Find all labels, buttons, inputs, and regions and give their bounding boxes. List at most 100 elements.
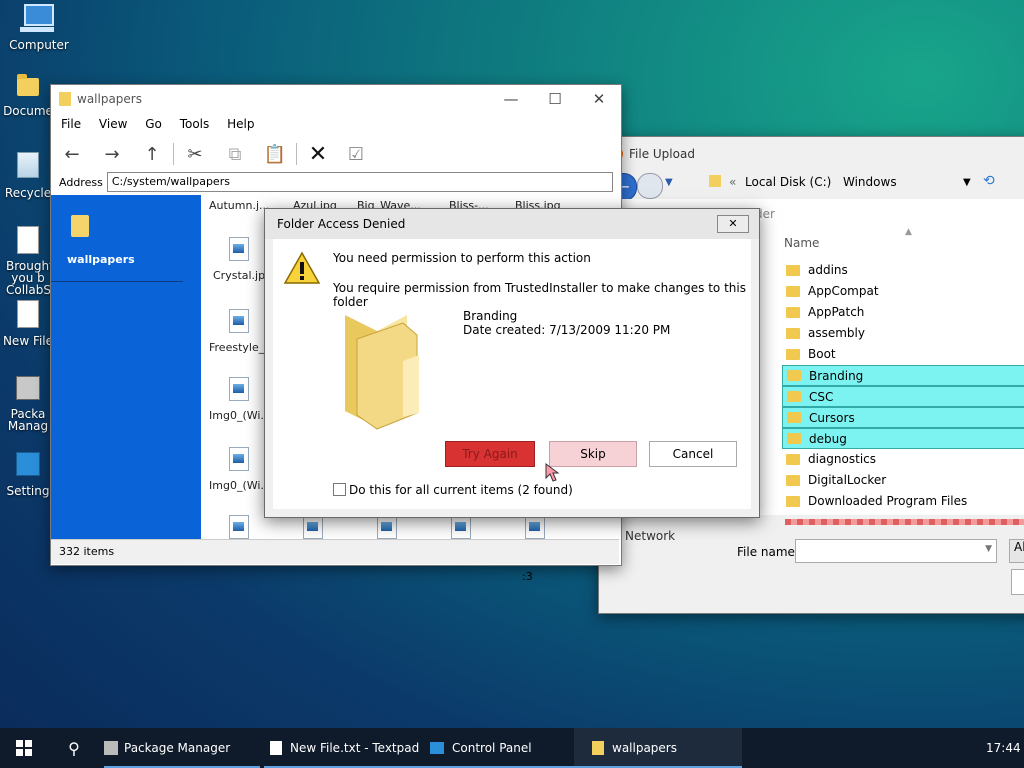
folder-icon bbox=[787, 370, 801, 381]
delete-icon[interactable]: ✕ bbox=[303, 140, 333, 168]
upload-file-row[interactable]: AppPatch bbox=[782, 302, 1024, 322]
notepad-icon bbox=[270, 741, 282, 755]
upload-file-row[interactable]: Downloaded Program Files bbox=[782, 491, 1024, 511]
dialog-heading: You need permission to perform this acti… bbox=[333, 251, 591, 265]
upload-file-row[interactable]: Branding bbox=[782, 365, 1024, 386]
paste-icon[interactable]: 📋 bbox=[260, 140, 290, 168]
breadcrumb-chevron-icon: « bbox=[729, 175, 737, 189]
image-file-icon bbox=[229, 447, 249, 471]
upload-titlebar: File Upload bbox=[599, 137, 1024, 171]
upload-file-name: AppCompat bbox=[808, 284, 879, 298]
cut-icon[interactable]: ✂ bbox=[180, 140, 210, 168]
maximize-button[interactable]: ☐ bbox=[533, 90, 577, 108]
file-item[interactable]: Autumn.j... bbox=[209, 199, 270, 212]
search-icon[interactable]: ⚲ bbox=[60, 728, 88, 768]
try-again-button[interactable]: Try Again bbox=[445, 441, 535, 467]
forward-button[interactable] bbox=[637, 173, 663, 199]
upload-file-name: AppPatch bbox=[808, 305, 865, 319]
breadcrumb-dropdown-icon[interactable]: ▼ bbox=[963, 177, 971, 188]
column-header-name[interactable]: Name bbox=[784, 236, 819, 250]
sidebar-folder-label[interactable]: wallpapers bbox=[67, 253, 135, 266]
open-button[interactable] bbox=[1011, 569, 1024, 595]
image-file-icon bbox=[303, 515, 323, 539]
address-input[interactable]: C:/system/wallpapers bbox=[106, 172, 613, 192]
folder-icon bbox=[787, 433, 801, 444]
menu-view[interactable]: View bbox=[99, 117, 127, 131]
toolbar-divider bbox=[173, 143, 174, 165]
windows-start-icon[interactable] bbox=[16, 740, 32, 756]
taskbar-item-wallpapers[interactable]: wallpapers bbox=[574, 728, 742, 768]
combo-dropdown-icon[interactable]: ▼ bbox=[985, 544, 992, 554]
network-item[interactable]: Network bbox=[625, 529, 675, 543]
progress-strip bbox=[785, 519, 1024, 525]
upload-file-row[interactable]: assembly bbox=[782, 323, 1024, 343]
image-file-icon bbox=[451, 515, 471, 539]
desktop-icon-label: Brought you b CollabS bbox=[6, 259, 54, 297]
status-bar: 332 items bbox=[51, 539, 619, 564]
package-icon bbox=[16, 376, 40, 400]
toolbar: ← → ↑ ✂ ⧉ 📋 ✕ ☑ bbox=[51, 139, 621, 169]
document-icon bbox=[17, 226, 39, 254]
properties-icon[interactable]: ☑ bbox=[341, 140, 371, 168]
folder-icon bbox=[59, 92, 71, 106]
desktop-icon-label: Packa Manag bbox=[7, 407, 49, 433]
folder-icon bbox=[709, 175, 721, 187]
explorer-titlebar: wallpapers — ☐ ✕ bbox=[51, 85, 621, 113]
folder-icon bbox=[787, 412, 801, 423]
upload-file-row[interactable]: Boot bbox=[782, 344, 1024, 364]
menu-go[interactable]: Go bbox=[145, 117, 162, 131]
clock[interactable]: 17:44 bbox=[986, 728, 1021, 768]
breadcrumb-windows[interactable]: Windows bbox=[843, 175, 897, 189]
menu-help[interactable]: Help bbox=[227, 117, 254, 131]
address-bar: Address C:/system/wallpapers bbox=[51, 169, 621, 195]
folder-icon bbox=[71, 215, 89, 237]
file-type-button[interactable]: Al bbox=[1009, 539, 1024, 563]
folder-icon bbox=[786, 306, 800, 318]
upload-file-row[interactable]: diagnostics bbox=[782, 449, 1024, 469]
sort-up-icon: ▲ bbox=[905, 227, 912, 237]
menu-file[interactable]: File bbox=[61, 117, 81, 131]
upload-file-row[interactable]: CSC bbox=[782, 386, 1024, 407]
close-button[interactable]: ✕ bbox=[577, 90, 621, 108]
menu-tools[interactable]: Tools bbox=[180, 117, 210, 131]
apply-all-label: Do this for all current items (2 found) bbox=[349, 483, 573, 497]
file-name-input[interactable]: ▼ bbox=[795, 539, 997, 563]
cancel-button[interactable]: Cancel bbox=[649, 441, 737, 467]
taskbar-item-textpad[interactable]: New File.txt - Textpad bbox=[264, 728, 422, 768]
upload-file-name: addins bbox=[808, 263, 848, 277]
recycle-bin-icon bbox=[17, 152, 39, 178]
taskbar-item-package-manager[interactable]: Package Manager bbox=[104, 728, 260, 768]
file-item[interactable]: Img0_(Wi... bbox=[209, 409, 271, 422]
upload-file-row[interactable]: DigitalLocker bbox=[782, 470, 1024, 490]
refresh-icon[interactable]: ⟲ bbox=[983, 173, 995, 189]
folder-icon bbox=[786, 453, 800, 465]
upload-file-row[interactable]: debug bbox=[782, 428, 1024, 449]
dialog-close-button[interactable]: ✕ bbox=[717, 215, 749, 233]
taskbar-item-label: New File.txt - Textpad bbox=[290, 741, 420, 755]
upload-file-name: CSC bbox=[809, 389, 834, 404]
dialog-titlebar: Folder Access Denied ✕ bbox=[265, 209, 759, 239]
up-arrow-icon[interactable]: ↑ bbox=[137, 140, 167, 168]
upload-file-row[interactable]: addins bbox=[782, 260, 1024, 280]
image-file-icon bbox=[377, 515, 397, 539]
dialog-body: You need permission to perform this acti… bbox=[273, 239, 751, 509]
status-item-count: 332 items bbox=[59, 545, 115, 558]
history-dropdown-icon[interactable]: ▼ bbox=[665, 177, 673, 188]
forward-arrow-icon[interactable]: → bbox=[97, 140, 127, 168]
upload-file-row[interactable]: AppCompat bbox=[782, 281, 1024, 301]
desktop-icon-computer[interactable]: Computer bbox=[0, 4, 79, 52]
file-item[interactable]: Img0_(Wi... bbox=[209, 479, 271, 492]
back-arrow-icon[interactable]: ← bbox=[57, 140, 87, 168]
folder-icon bbox=[787, 391, 801, 402]
minimize-button[interactable]: — bbox=[489, 90, 533, 108]
breadcrumb-local-disk[interactable]: Local Disk (C:) bbox=[745, 175, 831, 189]
skip-button[interactable]: Skip bbox=[549, 441, 637, 467]
image-file-icon bbox=[229, 309, 249, 333]
apply-all-checkbox[interactable] bbox=[333, 483, 346, 496]
taskbar-item-control-panel[interactable]: Control Panel bbox=[420, 728, 580, 768]
folder-icon bbox=[786, 327, 800, 339]
copy-icon[interactable]: ⧉ bbox=[220, 140, 250, 168]
folder-icon bbox=[786, 348, 800, 360]
image-file-icon bbox=[229, 237, 249, 261]
upload-file-row[interactable]: Cursors bbox=[782, 407, 1024, 428]
